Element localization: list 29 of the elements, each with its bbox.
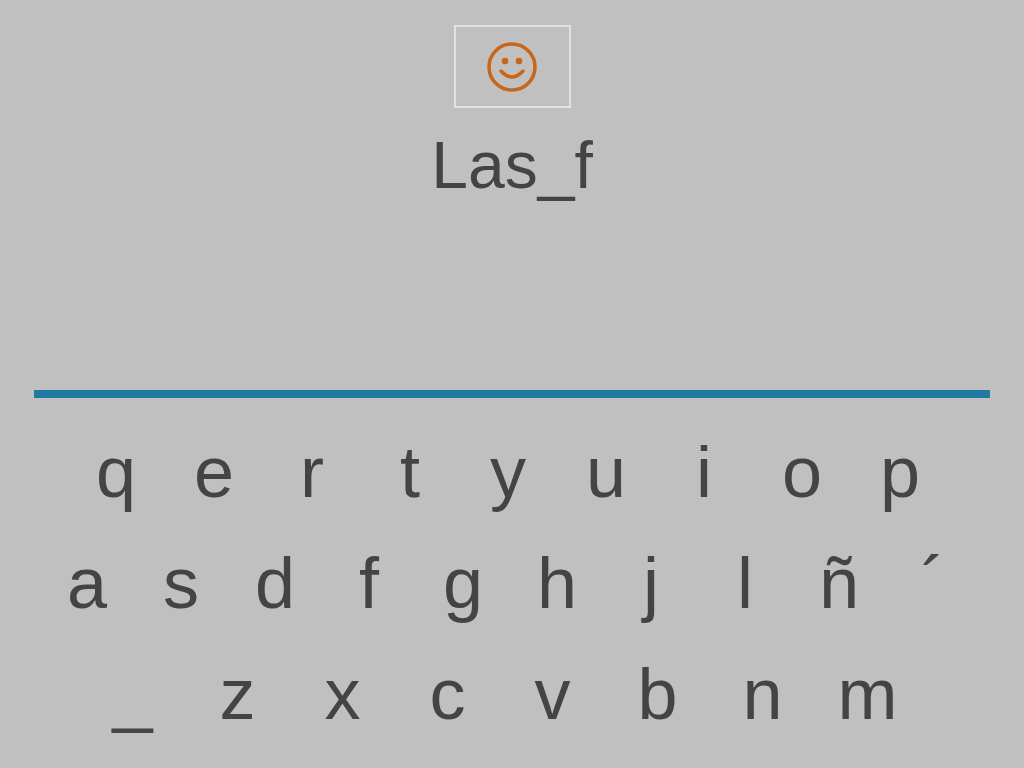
letter-key[interactable]: h (510, 537, 604, 628)
letter-key[interactable]: f (322, 537, 416, 628)
letter-key[interactable]: b (605, 648, 710, 739)
letter-key[interactable]: l (698, 537, 792, 628)
letter-key[interactable]: m (815, 648, 920, 739)
letter-key[interactable]: o (753, 426, 851, 517)
letter-key[interactable]: ´ (886, 537, 980, 628)
letter-key[interactable]: d (228, 537, 322, 628)
letter-key[interactable]: g (416, 537, 510, 628)
letter-key[interactable]: y (459, 426, 557, 517)
letter-key[interactable]: t (361, 426, 459, 517)
smiley-icon (486, 40, 538, 93)
letter-key[interactable]: p (851, 426, 949, 517)
letter-key[interactable]: v (500, 648, 605, 739)
letter-key[interactable]: u (557, 426, 655, 517)
typed-word: Las_f (431, 128, 593, 202)
letter-key[interactable]: e (165, 426, 263, 517)
letter-key[interactable]: n (710, 648, 815, 739)
letter-key[interactable]: c (395, 648, 500, 739)
letter-key[interactable]: a (40, 537, 134, 628)
letter-key[interactable]: i (655, 426, 753, 517)
letter-key[interactable]: s (134, 537, 228, 628)
letter-key[interactable]: ñ (792, 537, 886, 628)
letter-key[interactable]: q (67, 426, 165, 517)
letter-key[interactable]: z (185, 648, 290, 739)
letter-key[interactable]: _ (80, 648, 185, 739)
letter-key[interactable]: x (290, 648, 395, 739)
letter-key[interactable]: j (604, 537, 698, 628)
letter-key[interactable]: r (263, 426, 361, 517)
